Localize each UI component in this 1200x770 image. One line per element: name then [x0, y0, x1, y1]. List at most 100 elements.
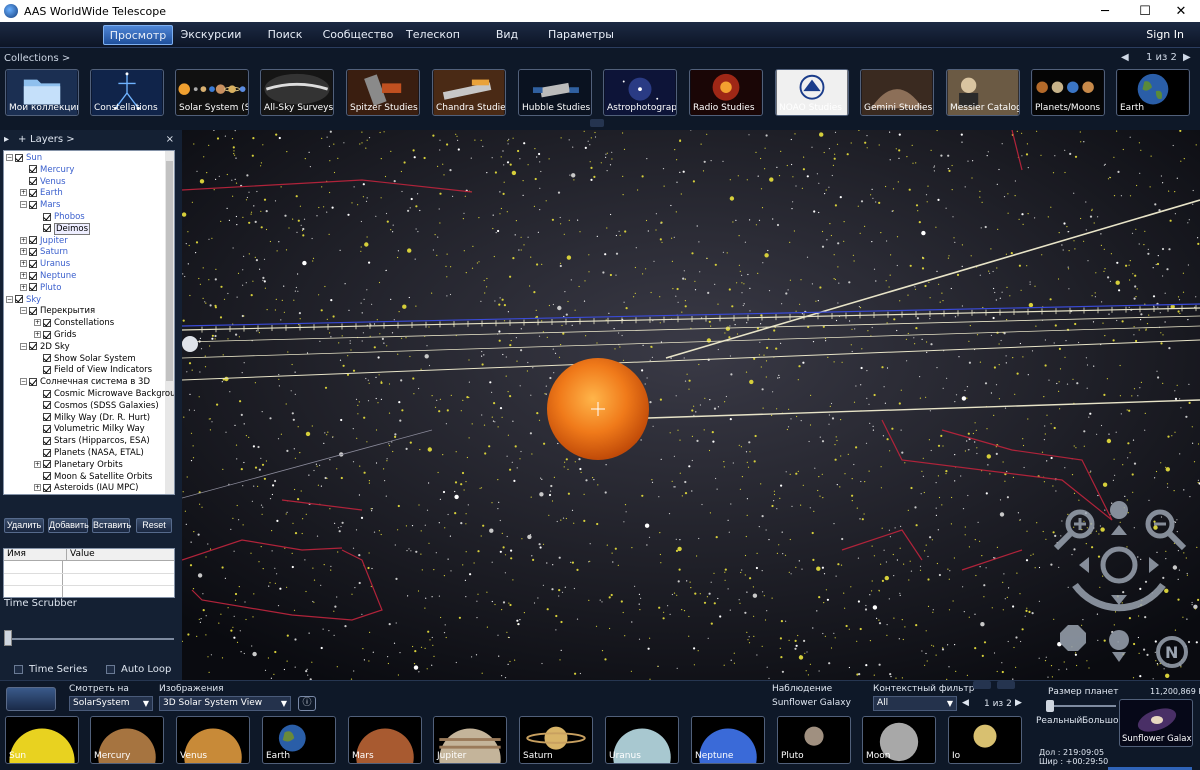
layer-checkbox[interactable]	[29, 200, 37, 209]
expander-icon[interactable]: +	[20, 272, 27, 279]
collections-next-icon[interactable]: ▶	[1183, 52, 1191, 63]
layer-checkbox[interactable]	[15, 295, 23, 304]
collection-my-collections[interactable]: Мои коллекции	[5, 69, 79, 116]
layer-item[interactable]: − Перекрытия	[20, 305, 95, 317]
layer-checkbox[interactable]	[29, 177, 37, 186]
expander-icon[interactable]: −	[6, 295, 13, 303]
collection-messier[interactable]: Messier Catalog	[946, 69, 1020, 116]
expander-icon[interactable]: −	[20, 201, 27, 209]
menu-community[interactable]: Сообщество	[322, 25, 394, 45]
layer-checkbox[interactable]	[43, 401, 51, 410]
thumb-venus[interactable]: Venus	[176, 716, 250, 764]
thumb-pluto[interactable]: Pluto	[777, 716, 851, 764]
layer-item[interactable]: Show Solar System	[34, 353, 136, 365]
expander-icon[interactable]: +	[20, 283, 27, 291]
time-series-checkbox[interactable]: Time Series	[14, 664, 87, 675]
expander-icon[interactable]: +	[20, 248, 27, 256]
layer-checkbox[interactable]	[29, 259, 37, 268]
expander-icon[interactable]: +	[34, 484, 41, 492]
expander-icon[interactable]: −	[20, 378, 27, 386]
auto-loop-checkbox[interactable]: Auto Loop	[106, 664, 171, 675]
layer-item[interactable]: + Planetary Orbits	[34, 459, 123, 471]
layer-item[interactable]: Phobos	[34, 211, 85, 223]
add-layer-icon[interactable]: +	[18, 134, 26, 145]
close-button[interactable]: ✕	[1166, 0, 1196, 22]
layer-checkbox[interactable]	[29, 283, 37, 292]
thumb-uranus[interactable]: Uranus	[605, 716, 679, 764]
time-scrubber-handle[interactable]	[4, 630, 12, 646]
thumb-moon[interactable]: Moon	[862, 716, 936, 764]
layer-item[interactable]: + Constellations	[34, 317, 114, 329]
thumb-sun[interactable]: Sun	[5, 716, 79, 764]
delete-button[interactable]: Удалить	[4, 518, 44, 533]
layer-checkbox[interactable]	[43, 413, 51, 422]
expand-down-icon[interactable]	[997, 681, 1015, 689]
look-at-dropdown[interactable]: SolarSystem ▼	[69, 696, 153, 711]
collection-gemini[interactable]: Gemini Studies	[860, 69, 934, 116]
layer-item[interactable]: + Neptune	[20, 270, 76, 282]
layer-item[interactable]: Field of View Indicators	[34, 364, 152, 376]
context-view-icon[interactable]	[6, 687, 56, 711]
collection-all-sky[interactable]: All-Sky Surveys	[260, 69, 334, 116]
planet-size-handle[interactable]	[1046, 700, 1054, 712]
expander-icon[interactable]: +	[34, 331, 41, 338]
collection-spitzer[interactable]: Spitzer Studies	[346, 69, 420, 116]
collections-prev-icon[interactable]: ◀	[1121, 52, 1129, 63]
layer-checkbox[interactable]	[43, 472, 51, 481]
layer-checkbox[interactable]	[43, 365, 51, 374]
expander-icon[interactable]: −	[20, 307, 27, 315]
sign-in-link[interactable]: Sign In	[1146, 25, 1184, 45]
thumb-saturn[interactable]: Saturn	[519, 716, 593, 764]
close-layers-icon[interactable]: ×	[166, 134, 174, 145]
expander-icon[interactable]: +	[20, 236, 27, 244]
layers-menu-icon[interactable]: ▸	[4, 134, 9, 145]
layer-item[interactable]: Stars (Hipparcos, ESA)	[34, 435, 150, 447]
sky-view[interactable]: N	[182, 130, 1200, 680]
layer-checkbox[interactable]	[29, 165, 37, 174]
imagery-dropdown[interactable]: 3D Solar System View ▼	[159, 696, 291, 711]
layer-item[interactable]: + Earth	[20, 187, 63, 199]
layer-item[interactable]: + Grids	[34, 329, 76, 341]
expander-icon[interactable]: −	[6, 154, 13, 161]
layer-item[interactable]: Volumetric Milky Way	[34, 423, 145, 435]
layer-item[interactable]: − Mars	[20, 199, 60, 211]
layer-item[interactable]: + Jupiter	[20, 235, 68, 247]
context-filter-dropdown[interactable]: All ▼	[873, 696, 957, 711]
layer-checkbox[interactable]	[29, 342, 37, 351]
menu-guided-tours[interactable]: Экскурсии	[176, 25, 246, 45]
layer-item[interactable]: Cosmic Microwave Background	[34, 388, 174, 400]
expander-icon[interactable]: −	[20, 342, 27, 350]
reset-button[interactable]: Reset	[136, 518, 172, 533]
minimize-button[interactable]: ─	[1090, 0, 1120, 22]
results-next-icon[interactable]: ▶	[1015, 698, 1022, 708]
time-scrubber-track[interactable]	[6, 638, 174, 640]
layer-item[interactable]: + Pluto	[20, 282, 61, 294]
thumb-earth[interactable]: Earth	[262, 716, 336, 764]
expand-up-icon[interactable]	[973, 681, 991, 689]
layer-item[interactable]: − 2D Sky	[20, 341, 70, 353]
observation-preview[interactable]: Sunflower Galaxy	[1119, 699, 1193, 747]
thumb-mars[interactable]: Mars	[348, 716, 422, 764]
collapse-collections-icon[interactable]	[590, 119, 604, 127]
layer-item[interactable]: Mercury	[20, 164, 74, 176]
add-button[interactable]: Добавить	[48, 518, 89, 533]
expander-icon[interactable]: +	[20, 260, 27, 268]
collection-radio[interactable]: Radio Studies	[689, 69, 763, 116]
layer-checkbox[interactable]	[29, 377, 37, 386]
layer-checkbox[interactable]	[43, 424, 51, 433]
layer-checkbox[interactable]	[29, 271, 37, 280]
menu-view[interactable]: Вид	[472, 25, 542, 45]
layer-checkbox[interactable]	[43, 460, 51, 469]
expander-icon[interactable]: +	[34, 460, 41, 468]
layer-checkbox[interactable]	[43, 389, 51, 398]
layer-item[interactable]: + Uranus	[20, 258, 70, 270]
menu-telescope[interactable]: Телескоп	[398, 25, 468, 45]
layer-item[interactable]: − Sky	[6, 294, 41, 306]
layers-title[interactable]: Layers >	[30, 134, 75, 145]
thumb-neptune[interactable]: Neptune	[691, 716, 765, 764]
collection-noao[interactable]: NOAO Studies	[775, 69, 849, 116]
layer-item[interactable]: Venus	[20, 176, 66, 188]
info-icon[interactable]: ⓘ	[298, 696, 316, 711]
collection-hubble[interactable]: Hubble Studies	[518, 69, 592, 116]
layer-checkbox[interactable]	[43, 212, 51, 221]
